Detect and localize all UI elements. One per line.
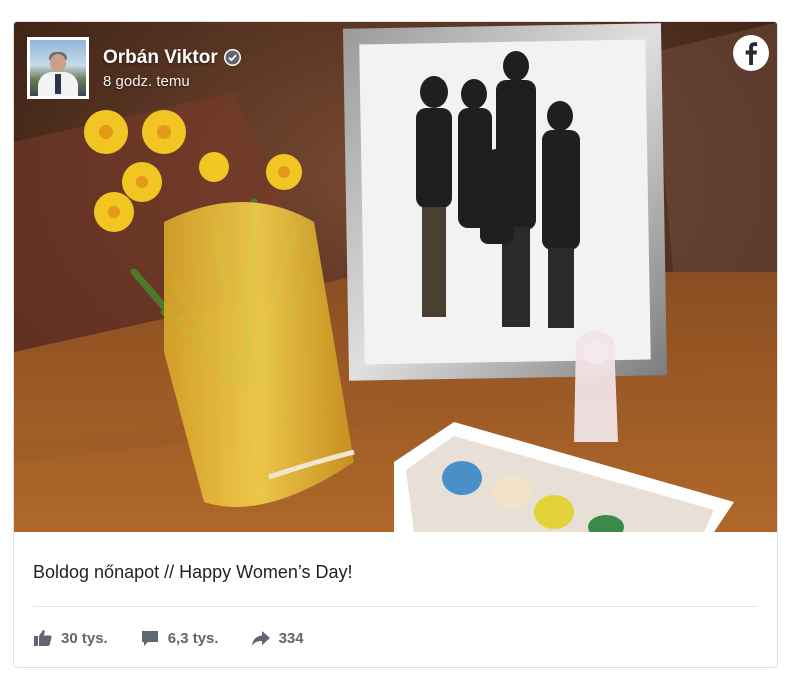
- verified-badge-icon: [223, 49, 241, 66]
- engagement-stats: 30 tys. 6,3 tys. 334: [33, 625, 336, 651]
- comment-bubble-icon: [141, 631, 158, 646]
- post-caption: Boldog nőnapot // Happy Women’s Day!: [33, 562, 353, 582]
- facebook-logo-icon[interactable]: [732, 34, 770, 72]
- comments-stat[interactable]: 6,3 tys.: [140, 628, 219, 648]
- author-name[interactable]: Orbán Viktor: [103, 47, 218, 69]
- share-arrow-icon: [251, 631, 270, 646]
- author-info: Orbán Viktor 8 godz. temu: [103, 47, 241, 90]
- divider: [33, 606, 758, 607]
- likes-count: 30 tys.: [61, 629, 108, 647]
- thumbs-up-icon: [34, 630, 52, 646]
- likes-stat[interactable]: 30 tys.: [33, 628, 108, 648]
- post-timestamp[interactable]: 8 godz. temu: [103, 73, 241, 90]
- shares-count: 334: [278, 629, 304, 647]
- facebook-post-embed: Orbán Viktor 8 godz. temu Boldog nőnapot…: [13, 21, 778, 668]
- shares-stat[interactable]: 334: [251, 628, 304, 648]
- post-photo[interactable]: Orbán Viktor 8 godz. temu: [14, 22, 777, 532]
- comments-count: 6,3 tys.: [167, 629, 219, 647]
- post-header: Orbán Viktor 8 godz. temu: [27, 35, 241, 101]
- author-avatar[interactable]: [27, 37, 89, 99]
